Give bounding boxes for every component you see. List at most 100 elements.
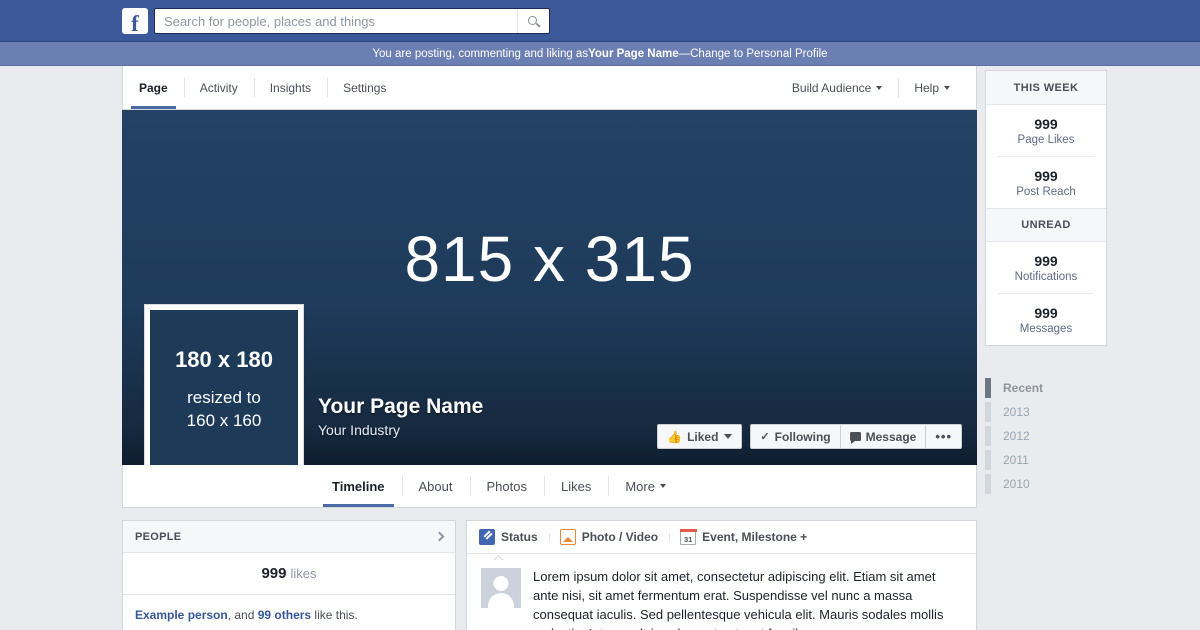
right-rail: THIS WEEK 999 Page Likes 999 Post Reach …: [985, 70, 1107, 496]
tab-timeline[interactable]: Timeline: [315, 465, 402, 507]
change-to-personal-profile-link[interactable]: Change to Personal Profile: [690, 48, 827, 60]
liked-button[interactable]: 👍 Liked: [657, 424, 743, 449]
stat-messages-label: Messages: [1019, 323, 1073, 335]
stat-post-reach[interactable]: 999 Post Reach: [998, 156, 1094, 208]
chevron-right-icon[interactable]: [434, 531, 445, 542]
page-identity: Your Page Name Your Industry: [318, 394, 483, 438]
following-button[interactable]: ✓ Following: [750, 424, 840, 449]
tab-insights[interactable]: Insights: [253, 66, 327, 109]
people-avatar-row: [123, 624, 455, 630]
year-2010-label: 2010: [1003, 477, 1030, 491]
people-box-header[interactable]: PEOPLE: [123, 521, 455, 553]
liker-name-link[interactable]: Example person: [135, 608, 228, 622]
stat-page-likes[interactable]: 999 Page Likes: [986, 105, 1106, 156]
post-composer-card: Status Photo / Video 31 Event, Milestone…: [466, 520, 977, 630]
tab-insights-label: Insights: [269, 80, 312, 95]
people-likes-word: likes: [290, 566, 317, 581]
search-icon: [528, 15, 541, 28]
profile-picture-size: 180 x 180: [175, 347, 273, 373]
stat-messages[interactable]: 999 Messages: [998, 293, 1094, 345]
composer-status-tab[interactable]: Status: [479, 529, 549, 545]
composer-event-label: Event, Milestone +: [702, 530, 808, 544]
year-2011-label: 2011: [1003, 453, 1029, 467]
message-button[interactable]: Message: [839, 424, 926, 449]
more-options-button[interactable]: •••: [925, 424, 962, 449]
following-label: Following: [774, 429, 831, 444]
photo-icon: [559, 529, 576, 545]
tab-timeline-label: Timeline: [332, 478, 385, 494]
tab-photos[interactable]: Photos: [469, 465, 544, 507]
post-author-avatar[interactable]: [481, 568, 521, 608]
cover-photo[interactable]: 815 x 315 Your Page Name Your Industry 1…: [122, 110, 977, 465]
cover-size-label: 815 x 315: [404, 223, 695, 295]
stat-messages-value: 999: [1034, 305, 1058, 321]
calendar-icon: 31: [679, 528, 697, 545]
message-label: Message: [865, 429, 917, 444]
liker-others-link[interactable]: 99 others: [258, 608, 311, 622]
search-button[interactable]: [517, 9, 549, 33]
stat-notifications-label: Notifications: [1014, 271, 1078, 283]
ellipsis-icon: •••: [935, 429, 952, 444]
composer-photo-video-tab[interactable]: Photo / Video: [548, 529, 669, 545]
composer-photo-video-label: Photo / Video: [581, 530, 659, 544]
stat-page-likes-value: 999: [1034, 116, 1058, 132]
page-industry: Your Industry: [318, 422, 400, 438]
check-icon: ✓: [760, 431, 770, 443]
tab-more-label: More: [625, 478, 655, 494]
people-likes-count: 999: [261, 565, 287, 582]
search-input[interactable]: Search for people, places and things: [155, 14, 517, 29]
tab-likes-label: Likes: [560, 478, 592, 494]
build-audience-label: Build Audience: [791, 80, 872, 95]
timeline-columns: PEOPLE 999 likes Example person, and 99 …: [122, 508, 977, 630]
profile-picture-resize-note: resized to: [187, 387, 261, 407]
cover-action-buttons: 👍 Liked ✓ Following Message •••: [657, 424, 962, 449]
tab-about[interactable]: About: [401, 465, 470, 507]
this-week-header: THIS WEEK: [986, 71, 1106, 105]
top-navigation-bar: f Search for people, places and things: [0, 0, 1200, 42]
post-text: Lorem ipsum dolor sit amet, consectetur …: [533, 569, 944, 630]
pencil-icon: [479, 529, 495, 545]
tab-activity[interactable]: Activity: [183, 66, 254, 109]
stat-notifications[interactable]: 999 Notifications: [986, 242, 1106, 293]
year-2010[interactable]: 2010: [985, 472, 1107, 496]
tab-more[interactable]: More: [608, 465, 683, 507]
year-2013[interactable]: 2013: [985, 400, 1107, 424]
liked-label: Liked: [687, 429, 719, 444]
year-recent-label: Recent: [1003, 381, 1044, 395]
post-item: Lorem ipsum dolor sit amet, consectetur …: [467, 554, 976, 630]
unread-header: UNREAD: [986, 208, 1106, 242]
build-audience-menu[interactable]: Build Audience: [776, 66, 898, 109]
right-column: Status Photo / Video 31 Event, Milestone…: [466, 520, 977, 630]
stat-post-reach-label: Post Reach: [1016, 186, 1076, 198]
tab-about-label: About: [418, 478, 453, 494]
tab-settings[interactable]: Settings: [327, 66, 402, 109]
banner-separator: —: [678, 47, 691, 60]
year-2012[interactable]: 2012: [985, 424, 1107, 448]
liker-suffix-text: like this.: [311, 608, 358, 622]
tab-activity-label: Activity: [199, 80, 238, 95]
admin-nav-actions: Build Audience Help: [776, 66, 966, 109]
year-2011[interactable]: 2011: [985, 448, 1107, 472]
year-2013-label: 2013: [1003, 405, 1030, 419]
search-box[interactable]: Search for people, places and things: [154, 8, 550, 34]
year-recent[interactable]: Recent: [985, 376, 1107, 400]
composer-event-tab[interactable]: 31 Event, Milestone +: [669, 528, 818, 545]
page-canvas: Page Activity Insights Settings Build Au…: [122, 66, 977, 630]
facebook-logo-icon[interactable]: f: [122, 8, 148, 34]
stat-page-likes-label: Page Likes: [1017, 134, 1075, 146]
stat-post-reach-value: 999: [1034, 168, 1058, 184]
people-box-title: PEOPLE: [135, 530, 182, 543]
profile-picture[interactable]: 180 x 180 resized to 160 x 160: [144, 304, 304, 465]
timeline-year-nav: Recent 2013 2012 2011 2010: [985, 376, 1107, 496]
help-label: Help: [914, 80, 939, 95]
help-menu[interactable]: Help: [898, 66, 966, 109]
posting-as-banner: You are posting, commenting and liking a…: [0, 42, 1200, 66]
tab-likes[interactable]: Likes: [543, 465, 608, 507]
page-title: Your Page Name: [318, 394, 484, 418]
chevron-down-icon: [659, 484, 666, 488]
people-box: PEOPLE 999 likes Example person, and 99 …: [122, 520, 456, 630]
tab-photos-label: Photos: [486, 478, 527, 494]
insights-card: THIS WEEK 999 Page Likes 999 Post Reach …: [985, 70, 1107, 346]
tab-page[interactable]: Page: [123, 66, 184, 109]
chevron-down-icon: [876, 85, 883, 90]
